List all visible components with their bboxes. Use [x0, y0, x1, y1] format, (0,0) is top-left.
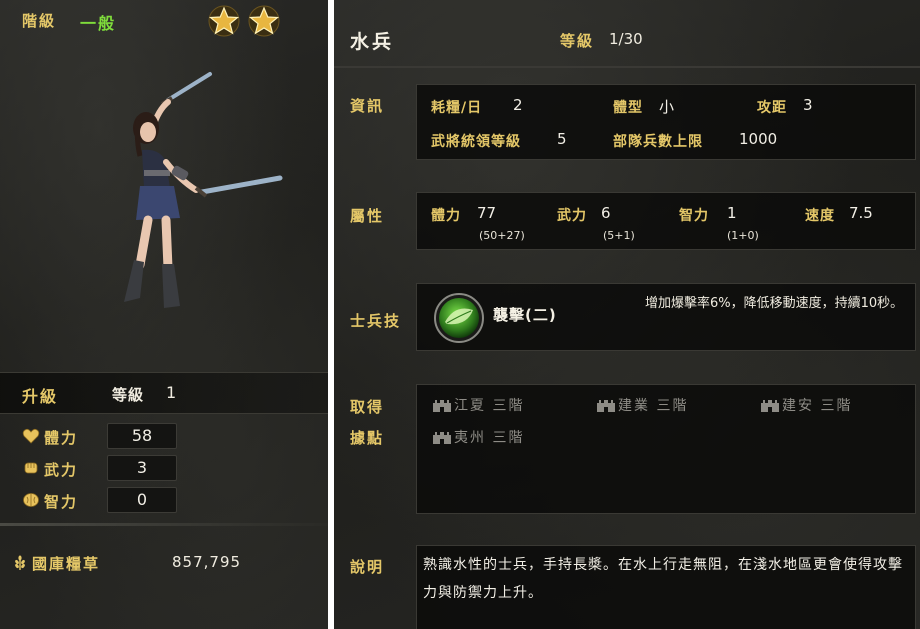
info-value: 1000: [739, 130, 778, 148]
info-key: 耗糧/日: [431, 100, 483, 116]
fortress-icon: [433, 400, 451, 412]
territory-item: 建安 三階: [761, 395, 852, 415]
info-key: 體型: [613, 100, 643, 116]
skill-description: 增加爆擊率6%，降低移動速度，持續10秒。: [645, 296, 904, 311]
skill-name: 襲擊(二): [493, 306, 557, 324]
upgrade-label: 升級: [22, 387, 59, 406]
info-value: 2: [513, 96, 523, 114]
header-divider: [334, 66, 920, 68]
stat-value: 3: [107, 455, 177, 481]
fortress-icon: [761, 400, 779, 412]
rank-value: 一般: [80, 14, 117, 33]
brain-icon: [23, 493, 39, 507]
info-value: 5: [557, 130, 567, 148]
fortress-icon: [433, 432, 451, 444]
stat-name: 體力: [44, 429, 79, 447]
heart-icon: [22, 428, 40, 444]
grade-value: 1/30: [609, 30, 643, 48]
info-value: 小: [659, 98, 675, 116]
attr-breakdown: (5+1): [603, 229, 635, 242]
soldier-portrait: [124, 72, 283, 308]
territories-box: 江夏 三階 建業 三階 建安 三階 夷州 三階: [416, 384, 916, 514]
info-label: 資訊: [350, 97, 385, 115]
star-icon: [208, 5, 240, 37]
stat-value: 58: [107, 423, 177, 449]
attr-key: 武力: [557, 208, 587, 224]
stat-value: 0: [107, 487, 177, 513]
attr-key: 體力: [431, 208, 461, 224]
attributes-label: 屬性: [350, 207, 385, 225]
attr-value: 1: [727, 204, 737, 222]
attr-key: 智力: [679, 208, 709, 224]
info-key: 攻距: [757, 100, 787, 116]
info-key: 武將統領等級: [431, 134, 521, 150]
territory-name: 建安 三階: [782, 398, 853, 414]
treasury-value: 857,795: [172, 553, 242, 571]
attr-key: 速度: [805, 208, 835, 224]
territories-label-2: 據點: [350, 429, 385, 447]
info-key: 部隊兵數上限: [613, 134, 703, 150]
stat-row-stamina: 體力 58: [22, 423, 322, 451]
treasury-label: 國庫糧草: [32, 555, 101, 573]
attr-value: 7.5: [849, 204, 873, 222]
attributes-box: 體力 77 (50+27) 武力 6 (5+1) 智力 1 (1+0) 速度 7…: [416, 192, 916, 250]
star-icon: [248, 5, 280, 37]
territory-name: 建業 三階: [618, 398, 689, 414]
info-box: 耗糧/日 2 體型 小 攻距 3 武將統領等級 5 部隊兵數上限 1000: [416, 84, 916, 160]
level-value: 1: [166, 383, 177, 402]
grade-label: 等級: [560, 32, 595, 50]
attr-value: 6: [601, 204, 611, 222]
info-value: 3: [803, 96, 813, 114]
description-text: 熟識水性的士兵，手持長槳。在水上行走無阻，在淺水地區更會使得攻擊力與防禦力上升。: [423, 557, 903, 601]
attr-value: 77: [477, 204, 497, 222]
fortress-icon: [597, 400, 615, 412]
territory-item: 建業 三階: [597, 395, 688, 415]
territories-label-1: 取得: [350, 398, 385, 416]
rank-label: 階級: [22, 12, 57, 30]
stat-row-intelligence: 智力 0: [22, 487, 322, 515]
territory-item: 江夏 三階: [433, 395, 524, 415]
fist-icon: [24, 462, 38, 474]
unit-detail-panel: 水兵 等級 1/30 資訊 耗糧/日 2 體型 小 攻距 3 武將統領等級 5 …: [334, 0, 920, 629]
grain-icon: [15, 555, 25, 570]
skill-box: 襲擊(二) 增加爆擊率6%，降低移動速度，持續10秒。: [416, 283, 916, 351]
attr-breakdown: (50+27): [479, 229, 525, 242]
stat-name: 武力: [44, 461, 79, 479]
territory-name: 夷州 三階: [454, 430, 525, 446]
upgrade-bar: 升級 等級 1: [0, 372, 328, 414]
stat-row-strength: 武力 3: [22, 455, 322, 483]
unit-name: 水兵: [350, 31, 395, 53]
stat-name: 智力: [44, 493, 79, 511]
territory-name: 江夏 三階: [454, 398, 525, 414]
description-label: 說明: [350, 558, 385, 576]
unit-portrait-panel: 階級 一般 升級 等級 1 體力 58 武力 3 智力 0 國庫糧草 857,7…: [0, 0, 328, 629]
attr-breakdown: (1+0): [727, 229, 759, 242]
description-box: 熟識水性的士兵，手持長槳。在水上行走無阻，在淺水地區更會使得攻擊力與防禦力上升。: [416, 545, 916, 629]
divider: [0, 523, 328, 526]
territory-item: 夷州 三階: [433, 427, 524, 447]
leaf-skill-icon[interactable]: [433, 292, 485, 344]
skill-label: 士兵技: [350, 312, 402, 330]
level-label: 等級: [112, 386, 145, 404]
